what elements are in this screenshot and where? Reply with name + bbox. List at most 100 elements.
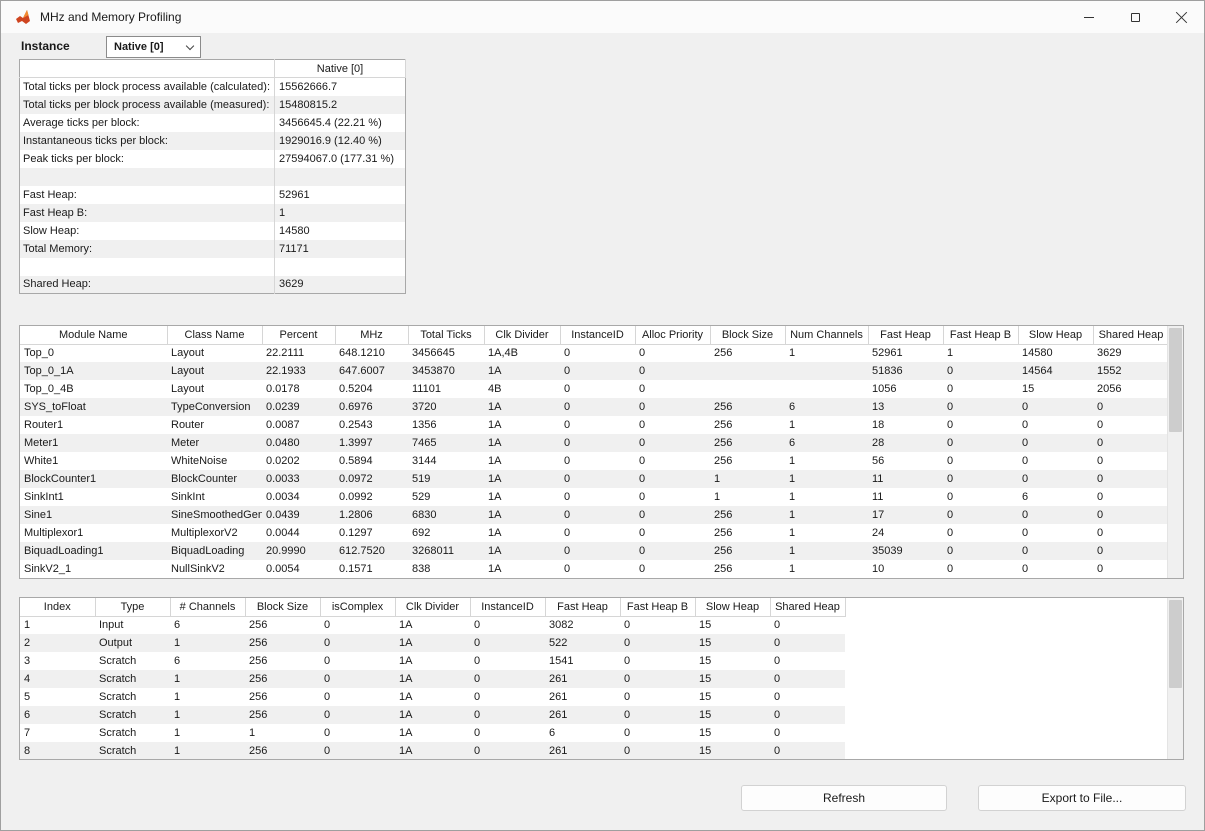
table-cell: 11 [868,470,943,488]
table-cell: 0.0054 [262,560,335,578]
table-cell: 0 [635,470,710,488]
table-row[interactable]: Top_0_1ALayout22.1933647.600734538701A00… [20,362,1169,380]
table-cell: 51836 [868,362,943,380]
table-row[interactable]: SinkV2_1NullSinkV20.00540.15718381A00256… [20,560,1169,578]
minimize-button[interactable] [1066,1,1112,33]
table-row[interactable]: Average ticks per block:3456645.4 (22.21… [20,114,406,132]
table-cell: 1552 [1093,362,1169,380]
table-cell: 1 [785,560,868,578]
column-header: Fast Heap [545,598,620,616]
table-cell: 1 [245,724,320,742]
table-cell: 15 [695,724,770,742]
table-row[interactable]: Total ticks per block process available … [20,78,406,96]
scrollbar-thumb[interactable] [1169,600,1182,688]
module-table-container: Module NameClass NamePercentMHzTotal Tic… [19,325,1184,579]
column-header: Alloc Priority [635,326,710,344]
table-row[interactable]: Multiplexor1MultiplexorV20.00440.1297692… [20,524,1169,542]
table-cell [20,258,275,276]
table-row[interactable]: 8Scratch125601A02610150 [20,742,845,760]
table-cell: 15 [695,616,770,634]
table-row[interactable]: SYS_toFloatTypeConversion0.02390.6976372… [20,398,1169,416]
table-row[interactable]: Shared Heap:3629 [20,276,406,294]
table-cell: 0 [943,398,1018,416]
table-row[interactable]: BlockCounter1BlockCounter0.00330.0972519… [20,470,1169,488]
table-cell: 261 [545,688,620,706]
table-row[interactable]: 1Input625601A030820150 [20,616,845,634]
table-cell: Layout [167,344,262,362]
table-cell: 0 [635,380,710,398]
table-row[interactable]: SinkInt1SinkInt0.00340.09925291A00111106… [20,488,1169,506]
table-cell: 1A [395,634,470,652]
table-row[interactable]: Fast Heap:52961 [20,186,406,204]
table-cell: Fast Heap B: [20,204,275,222]
table-row[interactable]: BiquadLoading1BiquadLoading20.9990612.75… [20,542,1169,560]
instance-dropdown[interactable]: Native [0] [106,36,201,58]
table-cell: 1356 [408,416,484,434]
table-cell: Total ticks per block process available … [20,96,275,114]
table-cell: 647.6007 [335,362,408,380]
table-cell: 0 [635,398,710,416]
export-button[interactable]: Export to File... [978,785,1186,811]
table-row[interactable]: Instantaneous ticks per block:1929016.9 … [20,132,406,150]
table-row[interactable]: Total Memory:71171 [20,240,406,258]
table-row[interactable]: Router1Router0.00870.254313561A002561180… [20,416,1169,434]
table-cell: 1 [785,470,868,488]
table-cell: 14564 [1018,362,1093,380]
table-row[interactable]: 4Scratch125601A02610150 [20,670,845,688]
table-row[interactable]: Top_0_4BLayout0.01780.5204111014B0010560… [20,380,1169,398]
close-button[interactable] [1158,1,1204,33]
maximize-icon [1131,13,1140,22]
table-cell: 15 [695,706,770,724]
refresh-button[interactable]: Refresh [741,785,947,811]
table-cell: 0 [635,542,710,560]
table-cell: 0 [620,616,695,634]
table-cell: 14580 [1018,344,1093,362]
table-row[interactable]: 3Scratch625601A015410150 [20,652,845,670]
table-row[interactable]: White1WhiteNoise0.02020.589431441A002561… [20,452,1169,470]
table-cell: 0 [943,488,1018,506]
buffer-table-scrollbar[interactable] [1167,598,1183,759]
table-cell: 1A [484,542,560,560]
table-cell: 1 [785,416,868,434]
table-cell: 1 [170,706,245,724]
table-cell: 0 [943,524,1018,542]
table-cell: 0 [1018,434,1093,452]
table-cell: 0 [1018,542,1093,560]
table-cell: Input [95,616,170,634]
table-row[interactable]: Slow Heap:14580 [20,222,406,240]
titlebar: MHz and Memory Profiling [1,1,1204,33]
module-table-scrollbar[interactable] [1167,326,1183,578]
table-cell: 2056 [1093,380,1169,398]
column-header: Num Channels [785,326,868,344]
table-cell: 0 [943,560,1018,578]
scrollbar-thumb[interactable] [1169,328,1182,432]
table-cell: Scratch [95,742,170,760]
table-row[interactable] [20,168,406,186]
table-cell: 0 [1093,524,1169,542]
table-row[interactable]: Total ticks per block process available … [20,96,406,114]
app-window: MHz and Memory Profiling Instance Native… [0,0,1205,831]
table-row[interactable]: 7Scratch1101A060150 [20,724,845,742]
table-cell: 0 [770,670,845,688]
table-row[interactable]: Fast Heap B:1 [20,204,406,222]
table-cell: 256 [710,416,785,434]
table-cell: 0 [1093,434,1169,452]
table-row[interactable]: Sine1SineSmoothedGen0.04391.280668301A00… [20,506,1169,524]
table-cell: 1A [484,524,560,542]
table-cell: SineSmoothedGen [167,506,262,524]
table-row[interactable]: 5Scratch125601A02610150 [20,688,845,706]
table-cell: Top_0_1A [20,362,167,380]
table-cell: 0.0239 [262,398,335,416]
table-row[interactable] [20,258,406,276]
table-row[interactable]: Top_0Layout22.2111648.121034566451A,4B00… [20,344,1169,362]
table-row[interactable]: Meter1Meter0.04801.399774651A00256628000 [20,434,1169,452]
column-header: Index [20,598,95,616]
table-row[interactable]: 6Scratch125601A02610150 [20,706,845,724]
maximize-button[interactable] [1112,1,1158,33]
table-cell: 0 [1018,416,1093,434]
table-row[interactable]: Peak ticks per block:27594067.0 (177.31 … [20,150,406,168]
table-cell: 0 [1018,452,1093,470]
table-cell: 1 [20,616,95,634]
table-cell: 13 [868,398,943,416]
table-row[interactable]: 2Output125601A05220150 [20,634,845,652]
